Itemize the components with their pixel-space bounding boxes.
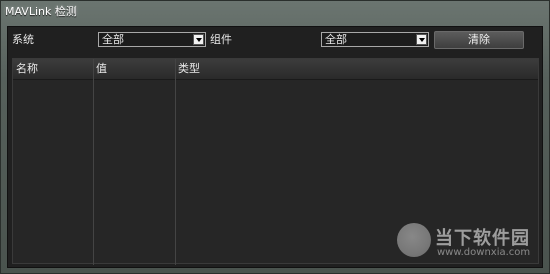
column-header-value[interactable]: 值	[93, 59, 175, 79]
component-select-value: 全部	[325, 33, 347, 46]
chevron-down-icon[interactable]	[416, 34, 427, 45]
component-select[interactable]: 全部	[321, 32, 429, 47]
clear-button[interactable]: 清除	[434, 31, 524, 49]
column-divider[interactable]	[175, 59, 176, 265]
component-label: 组件	[210, 33, 232, 46]
window-title: MAVLink 检测	[5, 5, 77, 18]
system-select[interactable]: 全部	[98, 32, 206, 47]
watermark-url: www.downxia.com	[437, 247, 531, 258]
system-select-value: 全部	[102, 33, 124, 46]
mavlink-inspector-window: MAVLink 检测 系统 全部 组件 全部 清除 名称 值 类型 当下软件园 …	[0, 0, 550, 274]
column-header-name[interactable]: 名称	[13, 59, 93, 79]
system-label: 系统	[12, 33, 34, 46]
watermark: 当下软件园 www.downxia.com	[397, 223, 537, 263]
table-header: 名称 值 类型	[13, 59, 538, 80]
chevron-down-icon[interactable]	[193, 34, 204, 45]
logo-icon	[397, 223, 431, 257]
column-divider[interactable]	[93, 59, 94, 265]
column-header-type[interactable]: 类型	[175, 59, 535, 79]
